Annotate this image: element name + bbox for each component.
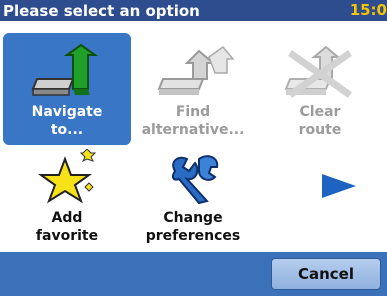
clock: 15:0 — [349, 1, 387, 19]
find-alternative-icon — [129, 43, 257, 101]
navigate-to-button[interactable]: Navigate to... — [3, 33, 131, 145]
favorite-star-icon — [3, 148, 131, 207]
add-favorite-button[interactable]: Add favorite — [3, 139, 131, 251]
wrench-icon — [129, 149, 257, 207]
add-favorite-label: Add favorite — [35, 210, 99, 244]
options-menu: Navigate to... Find alternative... Clear… — [0, 21, 387, 252]
find-alternative-button[interactable]: Find alternative... — [129, 33, 257, 145]
find-alternative-label: Find alternative... — [141, 104, 245, 138]
change-preferences-button[interactable]: Change preferences — [129, 139, 257, 251]
clear-route-button[interactable]: Clear route — [256, 33, 384, 145]
title-bar: Please select an option 15:0 — [0, 0, 387, 21]
bottom-bar: Cancel — [0, 252, 387, 296]
cancel-button[interactable]: Cancel — [271, 258, 381, 290]
change-preferences-label: Change preferences — [145, 210, 241, 244]
navigate-arrow-icon — [3, 43, 131, 101]
screen-title: Please select an option — [3, 2, 200, 20]
navigate-to-label: Navigate to... — [31, 104, 103, 138]
clear-route-icon — [256, 43, 384, 101]
clear-route-label: Clear route — [298, 104, 342, 138]
next-page-arrow-icon[interactable] — [320, 166, 360, 206]
